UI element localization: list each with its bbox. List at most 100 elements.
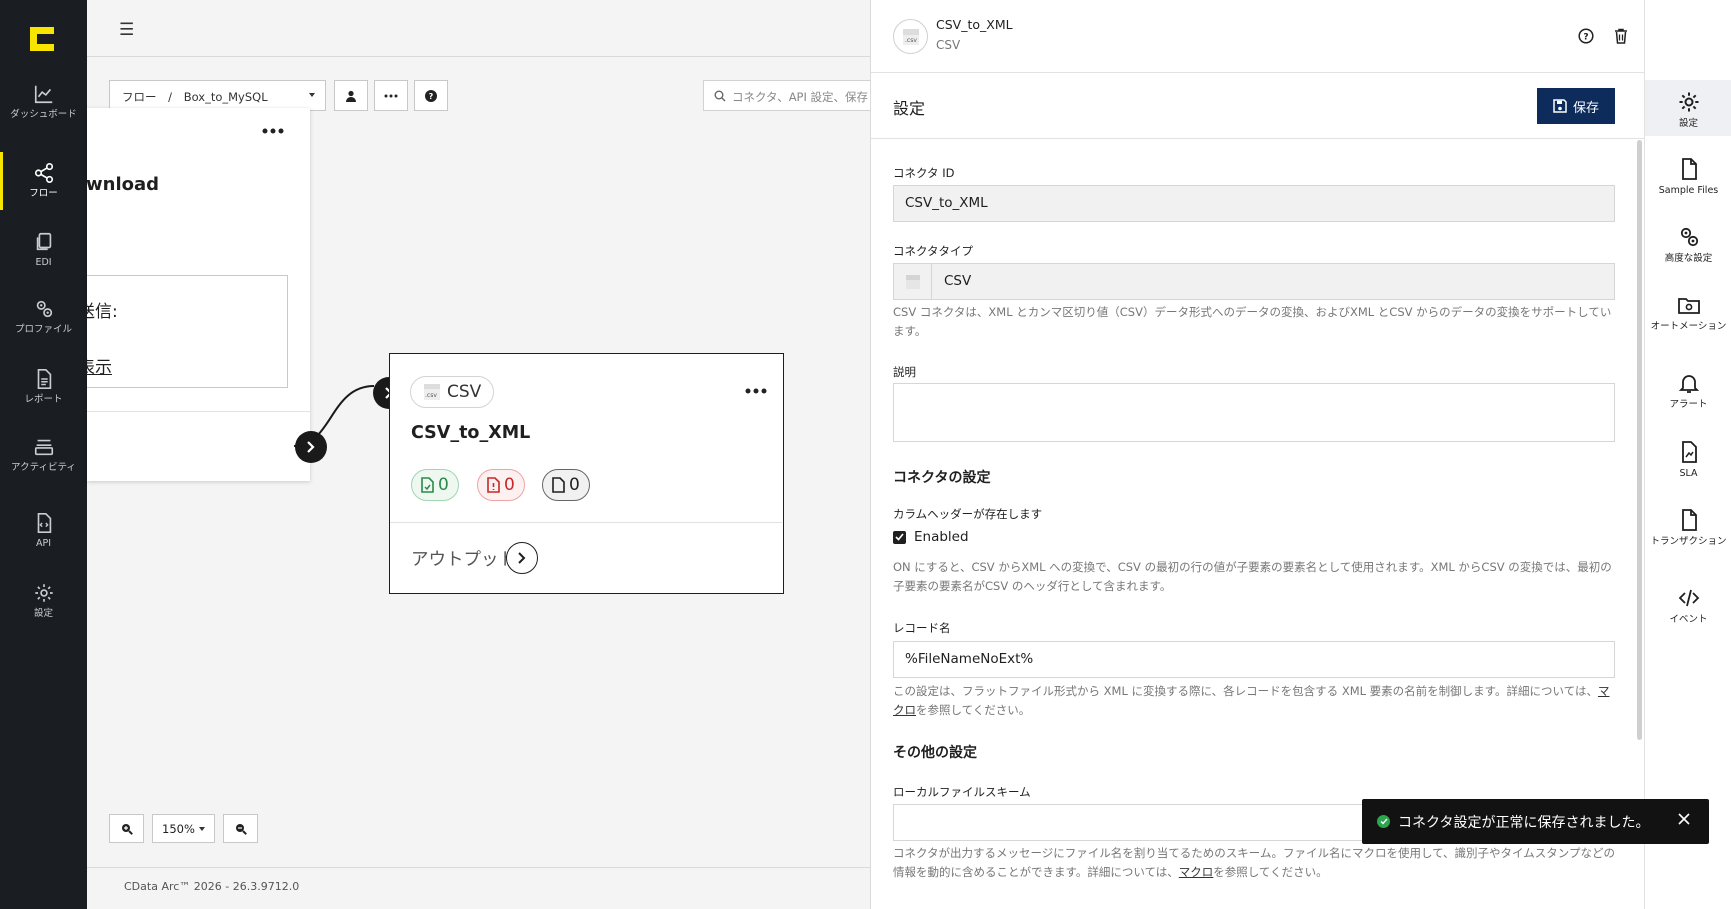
caret-down-icon	[198, 826, 205, 831]
connector-type-field[interactable]: CSV	[893, 263, 1615, 300]
user-button[interactable]	[334, 80, 368, 111]
help-button[interactable]: ?	[414, 80, 448, 111]
delete-button[interactable]	[1611, 26, 1631, 46]
csv-file-icon-text: .csv	[425, 392, 437, 399]
rail-tab-automation[interactable]: オートメーション	[1645, 293, 1731, 332]
left-nav: ダッシュボード フロー EDI プロファイル レポート アクティビティ API …	[0, 0, 87, 909]
panel-connector-type: CSV	[936, 38, 961, 52]
help-circle-icon: ?	[1578, 28, 1594, 44]
nav-item-settings[interactable]: 設定	[0, 582, 87, 619]
local-scheme-help-text-b: を参照してください。	[1213, 865, 1328, 879]
breadcrumb-separator: /	[168, 90, 173, 104]
connector-type-badge: .csv CSV	[410, 376, 495, 408]
save-icon	[1553, 99, 1567, 113]
gear-icon	[1679, 92, 1698, 112]
nav-item-api[interactable]: API	[0, 512, 87, 549]
info-box-line-send: 送信:	[87, 302, 118, 322]
help-button[interactable]: ?	[1576, 26, 1596, 46]
search-placeholder: コネクタ、API 設定、保存	[732, 90, 869, 104]
error-count-pill[interactable]: 0	[477, 469, 525, 501]
save-button[interactable]: 保存	[1537, 88, 1615, 124]
connector-card-title: CSV_to_XML	[411, 423, 531, 443]
rail-label-alert: アラート	[1669, 399, 1708, 410]
card-menu-ellipsis-icon[interactable]	[745, 388, 767, 394]
gears-icon	[36, 300, 52, 318]
success-count-pill[interactable]: 0	[411, 469, 459, 501]
connector-type-label: CSV	[447, 382, 482, 402]
flow-breadcrumb-select[interactable]: フロー / Box_to_MySQL	[109, 80, 326, 111]
csv-file-icon: .csv	[423, 383, 441, 401]
rail-tab-event[interactable]: イベント	[1645, 586, 1731, 625]
file-error-icon	[487, 477, 500, 493]
rail-tab-settings[interactable]: 設定	[1645, 80, 1731, 136]
zoom-out-button[interactable]	[223, 814, 258, 843]
nav-item-dashboard[interactable]: ダッシュボード	[0, 83, 87, 120]
nav-item-flow[interactable]: フロー	[0, 152, 87, 210]
flow-canvas-area: ☰ フロー / Box_to_MySQL ? コネクタ、API 設定、保存 wn…	[87, 0, 870, 909]
nav-item-edi[interactable]: EDI	[0, 231, 87, 268]
transaction-file-icon	[1681, 509, 1697, 531]
ellipsis-icon	[384, 94, 398, 97]
nav-label-profile: プロファイル	[14, 324, 72, 335]
local-file-scheme-label: ローカルファイルスキーム	[893, 785, 1031, 799]
description-textarea[interactable]	[893, 383, 1615, 442]
connector-card-box-download[interactable]: wnload 送信: 表示	[87, 108, 310, 481]
bell-icon	[1678, 375, 1699, 393]
connector-type-label: コネクタタイプ	[893, 244, 974, 258]
nav-item-profile[interactable]: プロファイル	[0, 298, 87, 335]
chevron-right-icon	[307, 441, 315, 453]
connector-type-value: CSV	[944, 273, 972, 289]
rail-tab-transaction[interactable]: トランザクション	[1645, 508, 1731, 547]
rail-tab-alert[interactable]: アラート	[1645, 371, 1731, 410]
sla-file-icon	[1681, 441, 1697, 463]
connector-search-input[interactable]: コネクタ、API 設定、保存	[703, 80, 870, 111]
output-port-left-card[interactable]	[295, 431, 327, 463]
nav-label-edi: EDI	[35, 257, 52, 268]
zoom-in-button[interactable]	[109, 814, 144, 843]
checkbox-checked-icon[interactable]	[893, 530, 906, 544]
chart-line-icon	[34, 85, 52, 104]
report-icon	[37, 369, 51, 389]
check-circle-icon	[1377, 815, 1390, 828]
section-other-settings: その他の設定	[893, 745, 977, 761]
share-nodes-icon	[34, 163, 53, 183]
documents-icon	[36, 232, 51, 251]
output-port-csv-card[interactable]	[506, 542, 538, 574]
pending-count-pill[interactable]: 0	[542, 469, 590, 501]
toast-close-icon[interactable]	[1677, 812, 1691, 826]
user-icon	[346, 90, 356, 102]
panel-header: .csv CSV_to_XML CSV ?	[871, 0, 1701, 73]
folder-gear-icon	[1677, 298, 1700, 314]
cdata-logo[interactable]	[28, 25, 56, 53]
rail-tab-sample-files[interactable]: Sample Files	[1645, 157, 1731, 196]
nav-item-report[interactable]: レポート	[0, 368, 87, 405]
rail-tab-sla[interactable]: SLA	[1645, 440, 1731, 479]
macro-link[interactable]: マクロ	[1179, 865, 1214, 879]
breadcrumb-root[interactable]: フロー	[122, 90, 157, 104]
section-connector-settings: コネクタの設定	[893, 470, 991, 486]
nav-label-flow: フロー	[29, 188, 58, 199]
card-menu-ellipsis-icon[interactable]	[262, 128, 284, 134]
more-options-button[interactable]	[374, 80, 408, 111]
svg-text:?: ?	[1583, 33, 1588, 43]
zoom-level: 150%	[162, 821, 195, 836]
info-box-link-view[interactable]: 表示	[87, 353, 112, 378]
hamburger-menu-icon[interactable]: ☰	[119, 20, 134, 40]
column-header-checkbox-label: Enabled	[914, 529, 969, 545]
zoom-level-select[interactable]: 150%	[152, 814, 215, 843]
error-count: 0	[504, 475, 515, 495]
record-name-field[interactable]: %FileNameNoExt%	[893, 641, 1615, 678]
card-divider	[390, 522, 782, 523]
caret-down-icon	[309, 93, 315, 97]
record-name-label: レコード名	[893, 621, 951, 635]
column-header-checkbox-row[interactable]: Enabled	[893, 529, 969, 545]
connector-card-csv-to-xml[interactable]: .csv CSV CSV_to_XML 0 0 0 アウトプット	[389, 353, 784, 594]
column-header-label: カラムヘッダーが存在します	[893, 507, 1043, 521]
pending-count: 0	[569, 475, 580, 495]
rail-tab-advanced[interactable]: 高度な設定	[1645, 225, 1731, 264]
nav-item-activity[interactable]: アクティビティ	[0, 436, 87, 473]
connector-id-field[interactable]: CSV_to_XML	[893, 185, 1615, 222]
gears-icon	[1680, 227, 1698, 247]
panel-scrollbar[interactable]	[1637, 140, 1642, 740]
rail-label-advanced: 高度な設定	[1664, 253, 1713, 264]
